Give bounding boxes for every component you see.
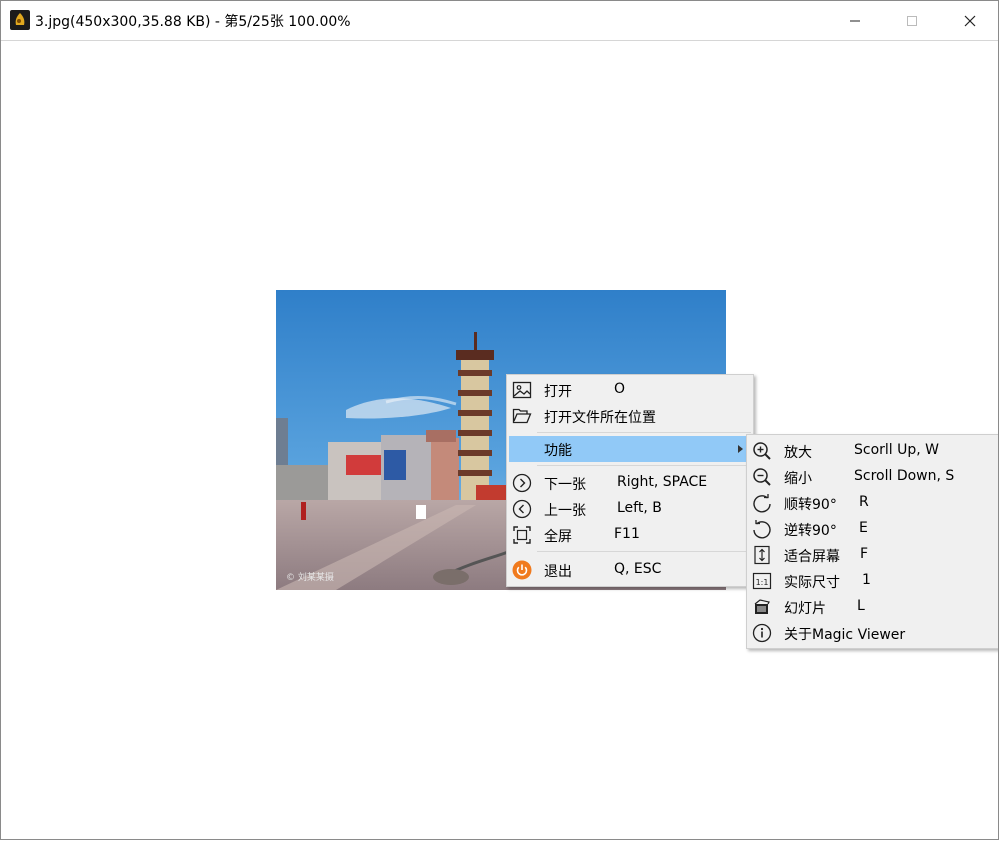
image-icon: [512, 380, 532, 400]
menu-item-about[interactable]: 关于Magic Viewer: [749, 620, 997, 646]
app-logo-icon: [10, 10, 30, 30]
menu-item-label: 关于Magic Viewer: [784, 627, 906, 643]
menu-item-fullscreen[interactable]: 全屏 F11: [509, 522, 751, 548]
menu-item-rotate-counterclockwise[interactable]: 逆转90° E: [749, 516, 997, 542]
photo-watermark: © 刘某某摄: [286, 571, 334, 583]
menu-separator: [537, 551, 751, 552]
close-button[interactable]: [941, 1, 998, 40]
menu-item-shortcut: Q, ESC: [614, 561, 662, 577]
minimize-icon: [850, 20, 860, 21]
fullscreen-icon: [512, 525, 532, 545]
menu-item-zoom-in[interactable]: 放大 Scorll Up, W: [749, 438, 997, 464]
menu-separator: [537, 432, 751, 433]
menu-item-rotate-clockwise[interactable]: 顺转90° R: [749, 490, 997, 516]
menu-item-label: 放大: [784, 445, 812, 461]
menu-item-label: 功能: [544, 443, 572, 459]
menu-item-shortcut: 1: [862, 572, 871, 588]
title-bar[interactable]: 3.jpg(450x300,35.88 KB) - 第5/25张 100.00%: [1, 1, 998, 41]
menu-item-functions[interactable]: 功能: [509, 436, 751, 462]
info-icon: [752, 623, 772, 643]
minimize-button[interactable]: [826, 1, 884, 40]
menu-item-shortcut: R: [859, 494, 869, 510]
menu-item-shortcut: F: [860, 546, 869, 562]
slideshow-icon: [752, 597, 772, 617]
menu-item-actual-size[interactable]: 1:1 实际尺寸 1: [749, 568, 997, 594]
menu-item-shortcut: Right, SPACE: [617, 474, 708, 490]
menu-item-label: 逆转90°: [784, 523, 837, 539]
rotate-clockwise-icon: [752, 493, 772, 513]
menu-item-shortcut: Scroll Down, S: [854, 468, 955, 484]
menu-item-label: 幻灯片: [784, 601, 826, 617]
menu-item-next[interactable]: 下一张 Right, SPACE: [509, 470, 751, 496]
menu-item-open-file-location[interactable]: 打开文件所在位置: [509, 403, 751, 429]
chevron-right-circle-icon: [512, 473, 532, 493]
menu-item-shortcut: E: [859, 520, 868, 536]
menu-item-open[interactable]: 打开 O: [509, 377, 751, 403]
maximize-button[interactable]: [883, 1, 941, 40]
zoom-out-icon: [752, 467, 772, 487]
rotate-counterclockwise-icon: [752, 519, 772, 539]
menu-item-label: 实际尺寸: [784, 575, 840, 591]
menu-item-exit[interactable]: 退出 Q, ESC: [509, 557, 751, 583]
actual-size-icon: 1:1: [752, 571, 772, 591]
menu-item-label: 适合屏幕: [784, 549, 840, 565]
menu-item-slideshow[interactable]: 幻灯片 L: [749, 594, 997, 620]
submenu-arrow-icon: [738, 445, 743, 453]
maximize-icon: [907, 15, 917, 26]
menu-item-label: 全屏: [544, 529, 572, 545]
folder-open-icon: [512, 406, 532, 426]
menu-item-label: 退出: [544, 564, 572, 580]
window-title: 3.jpg(450x300,35.88 KB) - 第5/25张 100.00%: [35, 14, 351, 30]
zoom-in-icon: [752, 441, 772, 461]
menu-separator: [537, 465, 751, 466]
menu-item-previous[interactable]: 上一张 Left, B: [509, 496, 751, 522]
menu-item-zoom-out[interactable]: 缩小 Scroll Down, S: [749, 464, 997, 490]
menu-item-shortcut: Scorll Up, W: [854, 442, 940, 458]
menu-item-shortcut: F11: [614, 526, 640, 542]
svg-text:1:1: 1:1: [756, 578, 769, 587]
menu-item-shortcut: Left, B: [617, 500, 662, 516]
app-window: 3.jpg(450x300,35.88 KB) - 第5/25张 100.00%: [0, 0, 999, 840]
menu-item-label: 顺转90°: [784, 497, 837, 513]
menu-item-label: 缩小: [784, 471, 812, 487]
menu-item-fit-screen[interactable]: 适合屏幕 F: [749, 542, 997, 568]
fit-screen-icon: [752, 545, 772, 565]
menu-item-label: 打开文件所在位置: [544, 410, 656, 426]
menu-item-shortcut: O: [614, 381, 626, 397]
menu-item-label: 上一张: [544, 503, 586, 519]
menu-item-label: 打开: [544, 384, 572, 400]
menu-item-shortcut: L: [857, 598, 865, 614]
power-icon: [512, 560, 532, 580]
functions-submenu: 放大 Scorll Up, W 缩小 Scroll Down, S 顺转90° …: [746, 434, 998, 649]
close-icon: [964, 15, 976, 26]
chevron-left-circle-icon: [512, 499, 532, 519]
context-menu: 打开 O 打开文件所在位置 功能 下一张 Right, SPACE 上一张 Le…: [506, 374, 754, 587]
menu-item-label: 下一张: [544, 477, 586, 493]
